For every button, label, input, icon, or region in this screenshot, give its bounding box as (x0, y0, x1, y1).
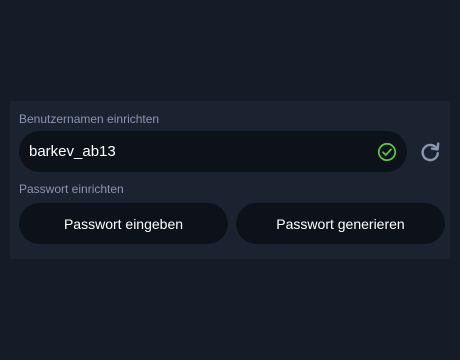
password-section-label: Passwort einrichten (19, 182, 124, 196)
check-circle-icon (377, 142, 397, 162)
refresh-icon[interactable] (419, 141, 441, 163)
generate-password-button[interactable]: Passwort generieren (236, 203, 445, 244)
username-value[interactable]: barkev_ab13 (29, 143, 116, 160)
username-section-label: Benutzernamen einrichten (19, 112, 160, 126)
enter-password-button[interactable]: Passwort eingeben (19, 203, 228, 244)
username-field[interactable]: barkev_ab13 (19, 131, 407, 172)
